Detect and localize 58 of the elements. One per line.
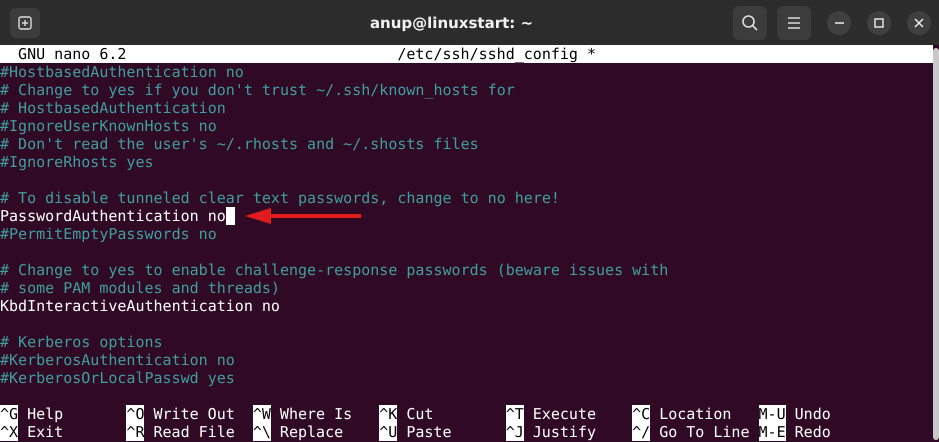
menu-button[interactable] — [777, 6, 811, 40]
maximize-button[interactable] — [867, 10, 891, 34]
config-line: PasswordAuthentication no — [0, 207, 226, 225]
close-icon — [914, 18, 924, 28]
shortcut-label: Read File — [154, 423, 235, 441]
shortcut-label: Help — [27, 405, 64, 423]
shortcut-label: Justify — [532, 423, 596, 441]
shortcut-key: ^O — [126, 405, 144, 423]
shortcut-key: M-U — [758, 405, 786, 423]
comment-line: # Change to yes to enable challenge-response passwords (beware issues with — [0, 261, 668, 279]
shortcut-label: Undo — [794, 405, 831, 423]
config-line: KbdInteractiveAuthentication no — [0, 297, 280, 315]
minimize-button[interactable] — [827, 10, 851, 34]
comment-line: # Kerberos options — [0, 333, 163, 351]
shortcut-key: ^U — [379, 423, 398, 441]
new-tab-button[interactable] — [10, 8, 40, 38]
shortcut-key: ^J — [506, 423, 524, 441]
shortcut-key: ^W — [252, 405, 271, 423]
close-button[interactable] — [907, 10, 931, 34]
file-name: /etc/ssh/sshd_config * — [397, 45, 596, 63]
maximize-icon — [874, 18, 884, 28]
shortcut-label: Paste — [406, 423, 452, 441]
shortcut-key: ^\ — [252, 423, 271, 441]
search-button[interactable] — [733, 6, 767, 40]
comment-line: #KerberosAuthentication no — [0, 351, 235, 369]
comment-line: #HostbasedAuthentication no — [0, 63, 244, 81]
shortcut-key: ^C — [632, 405, 650, 423]
shortcut-label: Replace — [280, 423, 344, 441]
shortcut-label: Execute — [532, 405, 596, 423]
editor-version: GNU nano 6.2 — [18, 45, 128, 63]
new-tab-icon — [17, 14, 33, 30]
comment-line: # HostbasedAuthentication — [0, 99, 226, 117]
shortcut-key: ^X — [0, 423, 18, 441]
comment-line: #KerberosOrLocalPasswd yes — [0, 369, 235, 387]
shortcut-label: Redo — [794, 423, 831, 441]
shortcut-label: Where Is — [280, 405, 352, 423]
minimize-icon — [834, 22, 844, 24]
comment-line: #IgnoreUserKnownHosts no — [0, 117, 217, 135]
comment-line: #IgnoreRhosts yes — [0, 153, 154, 171]
shortcut-label: Cut — [406, 405, 434, 423]
shortcut-label: Go To Line — [659, 423, 750, 441]
shortcut-key: M-E — [758, 423, 786, 441]
shortcut-key: ^G — [0, 405, 18, 423]
shortcut-key: ^T — [506, 405, 524, 423]
shortcut-key: ^/ — [632, 423, 650, 441]
shortcut-label: Write Out — [154, 405, 235, 423]
comment-line: # some PAM modules and threads) — [0, 279, 280, 297]
shortcut-label: Exit — [27, 423, 64, 441]
comment-line: # Change to yes if you don't trust ~/.ssh/known_hosts for — [0, 81, 515, 99]
menu-icon — [786, 16, 802, 30]
comment-line: #PermitEmptyPasswords no — [0, 225, 217, 243]
shortcut-label: Location — [659, 405, 732, 423]
comment-line: # To disable tunneled clear text passwords, change to no here! — [0, 189, 560, 207]
search-icon — [741, 14, 759, 32]
comment-line: # Don't read the user's ~/.rhosts and ~/.shosts files — [0, 135, 479, 153]
window-title: anup@linuxstart: ~ — [368, 14, 534, 32]
scrollbar[interactable] — [933, 48, 939, 440]
shortcut-key: ^K — [379, 405, 398, 423]
